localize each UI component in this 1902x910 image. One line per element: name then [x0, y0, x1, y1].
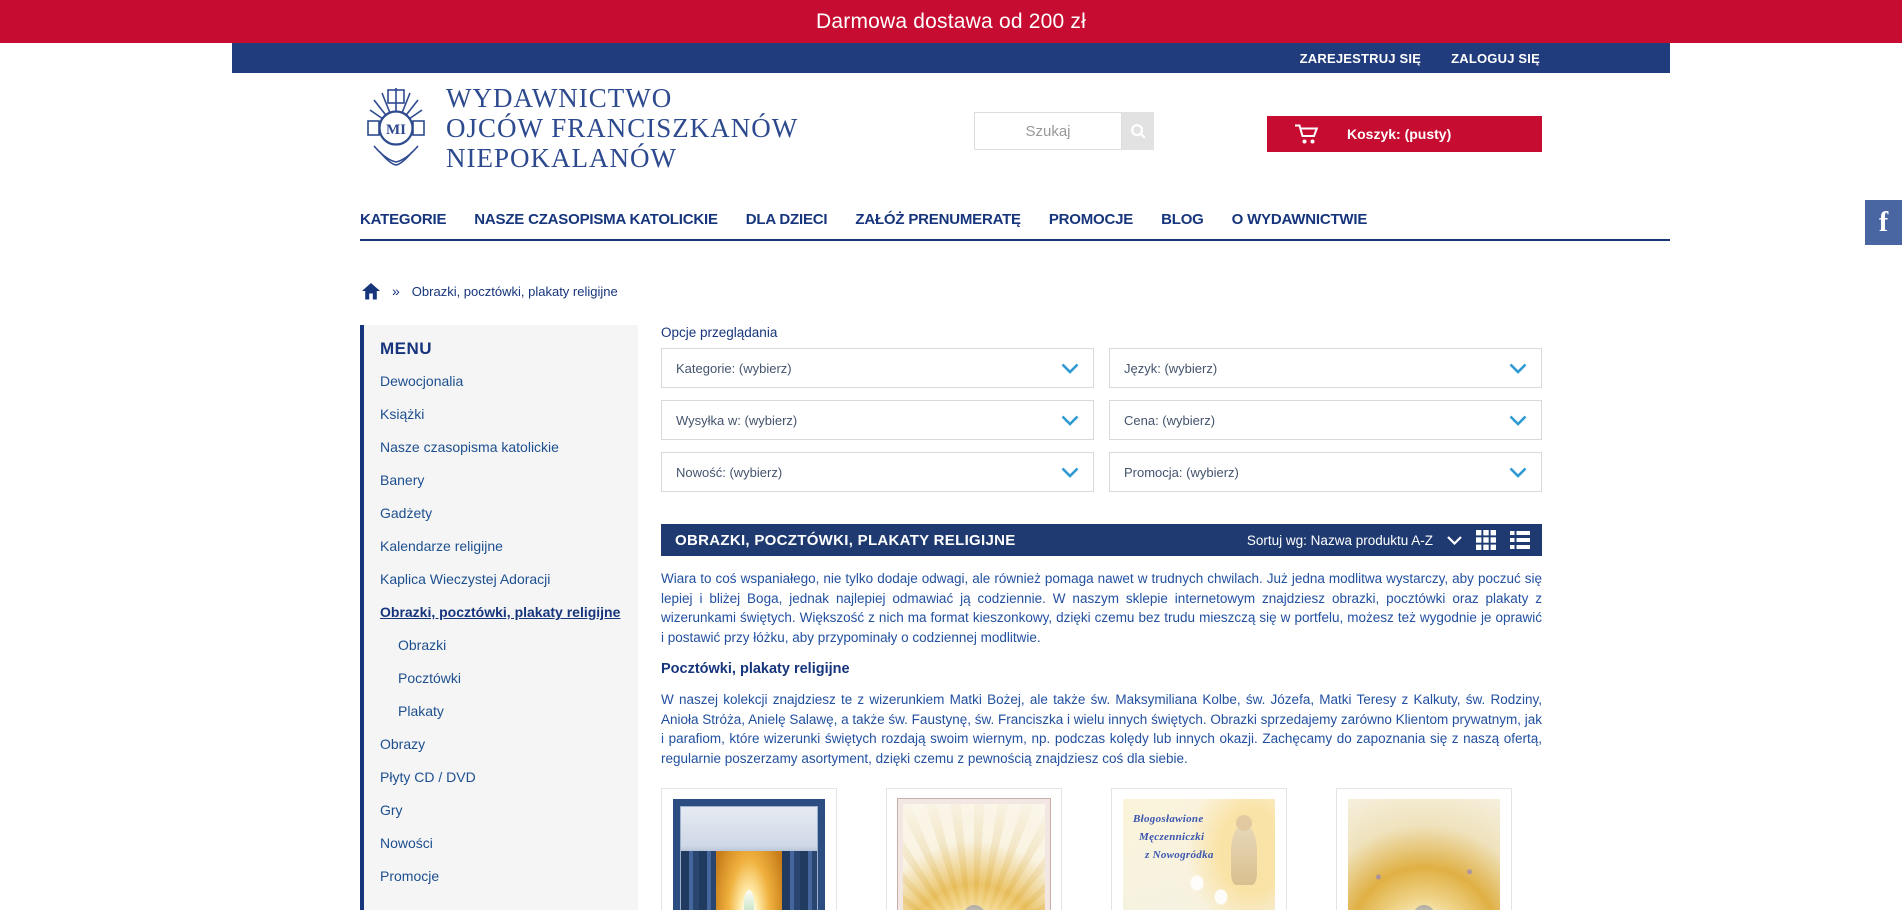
product-card[interactable] [1336, 788, 1512, 910]
home-icon [362, 283, 380, 300]
category-header-bar: OBRAZKI, POCZTÓWKI, PLAKATY RELIGIJNE So… [661, 524, 1542, 556]
chevron-down-icon [1509, 415, 1527, 426]
product-image-chapel: Kaplica Wieczystej Adoracji - Niepokalan… [673, 799, 825, 910]
sidebar-item-banery[interactable]: Banery [380, 464, 630, 497]
sidebar-item-dewocjonalia[interactable]: Dewocjonalia [380, 365, 630, 398]
grid-view-button[interactable] [1476, 530, 1496, 550]
sidebar-item-promocje[interactable]: Promocje [380, 860, 630, 893]
chevron-down-icon [1509, 363, 1527, 374]
svg-text:MI: MI [386, 122, 406, 138]
logo[interactable]: MI WYDAWNICTWO OJCÓW FRANCISZKANÓW NIEPO… [360, 83, 798, 173]
filter-label: Nowość: (wybierz) [676, 465, 782, 480]
filter-dropdown-wysylka[interactable]: Wysyłka w: (wybierz) [661, 400, 1094, 440]
list-view-icon [1510, 530, 1530, 550]
search-form [974, 112, 1154, 150]
category-intro-text: Wiara to coś wspaniałego, nie tylko doda… [661, 569, 1542, 647]
sidebar-subitem-plakaty[interactable]: Plakaty [380, 695, 630, 728]
product-image-blessed-martyrs: Błogosławione Męczenniczki z Nowogródka [1123, 799, 1275, 910]
account-bar: ZAREJESTRUJ SIĘ ZALOGUJ SIĘ [232, 43, 1670, 73]
chapel-scene: Kaplica Wieczystej Adoracji - Niepokalan… [680, 806, 818, 910]
filter-grid: Kategorie: (wybierz) Język: (wybierz) Wy… [661, 348, 1542, 492]
chevron-down-icon[interactable] [1447, 536, 1462, 545]
product-card[interactable]: Błogosławione Męczenniczki z Nowogródka [1111, 788, 1287, 910]
filter-label: Kategorie: (wybierz) [676, 361, 792, 376]
filter-dropdown-kategorie[interactable]: Kategorie: (wybierz) [661, 348, 1094, 388]
product-card[interactable]: Kaplica Wieczystej Adoracji - Niepokalan… [661, 788, 837, 910]
free-shipping-banner: Darmowa dostawa od 200 zł [0, 0, 1902, 43]
list-view-button[interactable] [1510, 530, 1530, 550]
filter-label: Język: (wybierz) [1124, 361, 1217, 376]
nav-item-blog[interactable]: BLOG [1161, 211, 1204, 228]
free-shipping-text: Darmowa dostawa od 200 zł [816, 10, 1086, 34]
breadcrumb: » Obrazki, pocztówki, plakaty religijne [362, 281, 1542, 301]
site-header: MI WYDAWNICTWO OJCÓW FRANCISZKANÓW NIEPO… [360, 73, 1542, 200]
logo-text: WYDAWNICTWO OJCÓW FRANCISZKANÓW NIEPOKAL… [446, 83, 798, 173]
facebook-icon: f [1879, 207, 1888, 239]
sidebar-item-obrazy[interactable]: Obrazy [380, 728, 630, 761]
sidebar-menu: MENU Dewocjonalia Książki Nasze czasopis… [360, 325, 638, 910]
sidebar-item-czasopisma[interactable]: Nasze czasopisma katolickie [380, 431, 630, 464]
chevron-down-icon [1061, 467, 1079, 478]
sort-dropdown[interactable]: Sortuj wg: Nazwa produktu A-Z [1247, 533, 1433, 548]
card-script-line: z Nowogródka [1145, 849, 1214, 861]
search-button[interactable] [1122, 112, 1154, 150]
chevron-down-icon [1509, 467, 1527, 478]
sidebar-item-obrazki-pocztowki-plakaty[interactable]: Obrazki, pocztówki, plakaty religijne [380, 596, 630, 629]
sidebar-item-gry[interactable]: Gry [380, 794, 630, 827]
nav-item-prenumerata[interactable]: ZAŁÓŻ PRENUMERATĘ [855, 211, 1020, 228]
sidebar-item-ksiazki[interactable]: Książki [380, 398, 630, 431]
product-image-golden-rays-framed [898, 799, 1050, 910]
product-grid: Kaplica Wieczystej Adoracji - Niepokalan… [661, 788, 1542, 910]
category-subheading: Pocztówki, plakaty religijne [661, 661, 1542, 677]
filter-label: Cena: (wybierz) [1124, 413, 1215, 428]
sidebar-item-nowosci[interactable]: Nowości [380, 827, 630, 860]
card-script-line: Męczenniczki [1139, 831, 1204, 843]
nav-item-dla-dzieci[interactable]: DLA DZIECI [746, 211, 828, 228]
home-link[interactable] [362, 283, 380, 300]
nav-item-kategorie[interactable]: KATEGORIE [360, 211, 446, 228]
product-image-golden-rays [1348, 799, 1500, 910]
sidebar-subitem-obrazki[interactable]: Obrazki [380, 629, 630, 662]
product-card[interactable] [886, 788, 1062, 910]
filter-dropdown-cena[interactable]: Cena: (wybierz) [1109, 400, 1542, 440]
category-description-text: W naszej kolekcji znajdziesz te z wizeru… [661, 690, 1542, 768]
chevron-down-icon [1061, 363, 1079, 374]
sidebar-title: MENU [380, 339, 630, 359]
search-input[interactable] [974, 112, 1122, 150]
filter-label: Promocja: (wybierz) [1124, 465, 1239, 480]
sidebar-item-gadzety[interactable]: Gadżety [380, 497, 630, 530]
nav-item-o-wydawnictwie[interactable]: O WYDAWNICTWIE [1232, 211, 1368, 228]
filter-label: Wysyłka w: (wybierz) [676, 413, 797, 428]
cart-label: Koszyk: (pusty) [1347, 126, 1451, 142]
facebook-tab[interactable]: f [1865, 200, 1902, 245]
breadcrumb-current: Obrazki, pocztówki, plakaty religijne [412, 284, 618, 299]
doves-shape [1185, 869, 1245, 910]
search-icon [1129, 122, 1147, 140]
sidebar-item-kaplica[interactable]: Kaplica Wieczystej Adoracji [380, 563, 630, 596]
login-link[interactable]: ZALOGUJ SIĘ [1451, 51, 1540, 66]
cart-icon [1293, 122, 1321, 146]
register-link[interactable]: ZAREJESTRUJ SIĘ [1300, 51, 1421, 66]
nav-item-promocje[interactable]: PROMOCJE [1049, 211, 1133, 228]
sidebar-item-plyty[interactable]: Płyty CD / DVD [380, 761, 630, 794]
cart-button[interactable]: Koszyk: (pusty) [1267, 116, 1542, 152]
sidebar-item-kalendarze[interactable]: Kalendarze religijne [380, 530, 630, 563]
filter-dropdown-promocja[interactable]: Promocja: (wybierz) [1109, 452, 1542, 492]
grid-view-icon [1476, 530, 1496, 550]
sidebar-subitem-pocztowki[interactable]: Pocztówki [380, 662, 630, 695]
card-script-line: Błogosławione [1133, 813, 1204, 825]
category-title: OBRAZKI, POCZTÓWKI, PLAKATY RELIGIJNE [675, 532, 1016, 549]
filter-dropdown-nowosc[interactable]: Nowość: (wybierz) [661, 452, 1094, 492]
chevron-down-icon [1061, 415, 1079, 426]
nav-item-czasopisma[interactable]: NASZE CZASOPISMA KATOLICKIE [474, 211, 718, 228]
filters-title: Opcje przeglądania [661, 325, 1542, 340]
filter-dropdown-jezyk[interactable]: Język: (wybierz) [1109, 348, 1542, 388]
main-navigation: KATEGORIE NASZE CZASOPISMA KATOLICKIE DL… [360, 200, 1670, 241]
breadcrumb-separator: » [392, 283, 400, 299]
logo-mi-emblem-icon: MI [360, 84, 432, 172]
